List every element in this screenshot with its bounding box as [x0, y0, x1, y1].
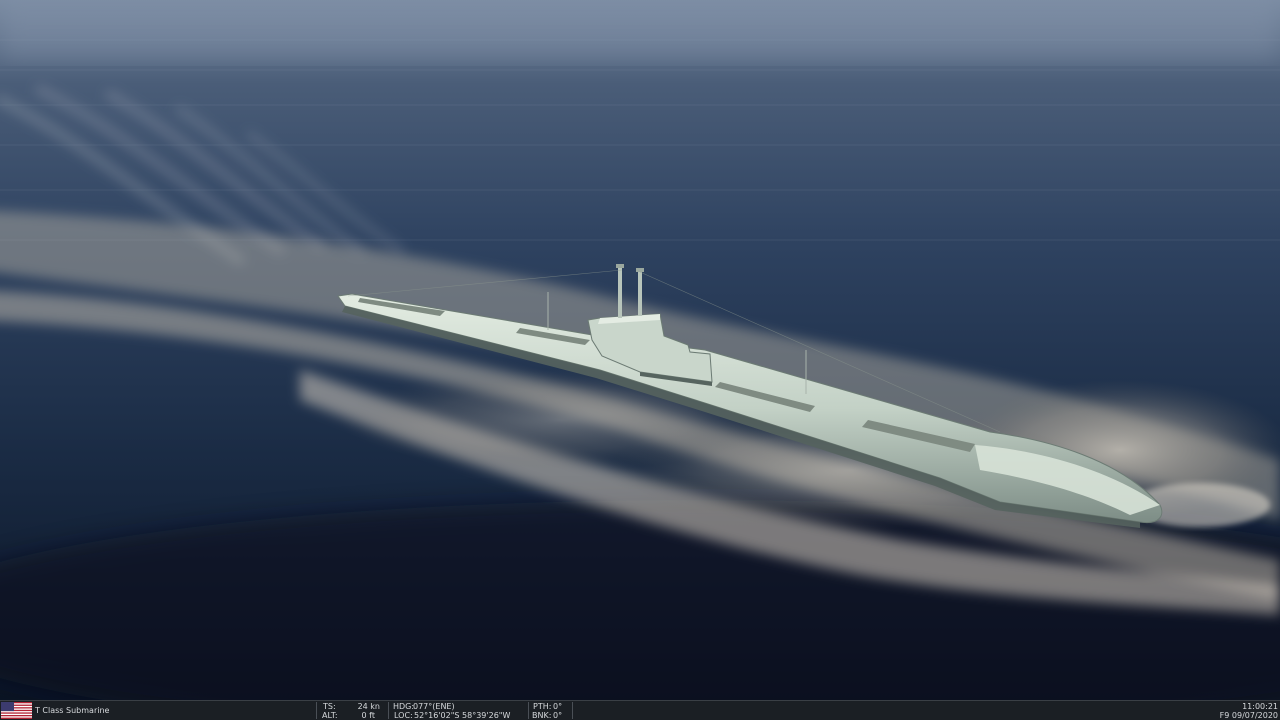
pth-value: 0°	[553, 702, 563, 711]
alt-label: ALT:	[322, 711, 338, 720]
alt-value: 0 ft	[361, 711, 375, 720]
usa-flag-icon	[1, 702, 32, 719]
clock-date: F9 09/07/2020	[1219, 711, 1278, 720]
hdg-value: 077°(ENE)	[413, 702, 455, 711]
clock-time: 11:00:21	[1242, 702, 1278, 711]
separator	[316, 702, 317, 719]
ocean-scene	[0, 0, 1280, 700]
loc-label: LOC:	[394, 711, 413, 720]
bnk-value: 0°	[553, 711, 563, 720]
loc-value: 52°16'02"S 58°39'26"W	[414, 711, 511, 720]
unit-name: T Class Submarine	[35, 706, 110, 715]
pth-label: PTH:	[533, 702, 552, 711]
separator	[528, 702, 529, 719]
status-bar: T Class Submarine TS: 24 kn ALT: 0 ft HD…	[0, 700, 1280, 720]
ts-label: TS:	[323, 702, 336, 711]
game-viewport[interactable]	[0, 0, 1280, 700]
separator	[388, 702, 389, 719]
ts-value: 24 kn	[357, 702, 380, 711]
hdg-label: HDG:	[393, 702, 415, 711]
separator	[572, 702, 573, 719]
bnk-label: BNK:	[532, 711, 552, 720]
